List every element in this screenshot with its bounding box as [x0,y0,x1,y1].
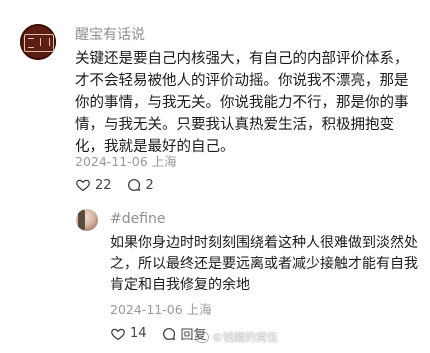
like-count: 22 [95,177,112,193]
comment-location: 上海 [151,154,177,169]
comment-bubble-icon [161,326,177,342]
comment-text: 关键还是要自己内核强大，有自己的内部评价体系，才不会轻易被他人的评价动摇。你说我… [75,51,409,155]
like-button[interactable]: 22 [75,177,112,193]
reply-meta: 2024-11-06 上海 [110,299,212,318]
watermark-text: ©钱醒的窝住 [212,331,278,344]
reply-count-button[interactable]: 2 [126,177,154,193]
reply-location: 上海 [186,302,212,317]
comment-bubble-icon [126,177,142,193]
reply-date: 2024-11-06 [110,302,183,317]
comment-actions: 22 2 [75,177,160,193]
reply-like-count: 14 [130,326,147,341]
comment-meta: 2024-11-06 上海 [75,151,177,170]
heart-icon [75,177,91,193]
weibo-logo-icon [195,331,209,343]
comment-date: 2024-11-06 [75,154,148,169]
reply-username[interactable]: #define [110,211,166,227]
avatar-seal-logo [24,34,54,52]
reply-count: 2 [145,177,154,193]
reply-avatar[interactable] [76,209,98,231]
avatar[interactable] [20,24,56,60]
reply-like-button[interactable]: 14 [110,326,147,342]
reply-text: 如果你身边时时刻刻围绕着这种人很难做到淡然处之，所以最终还是要远离或者减少接触才… [110,235,418,293]
heart-icon [110,326,126,342]
watermark: ©钱醒的窝住 [195,329,278,345]
comment-username[interactable]: 醒宝有话说 [75,24,145,44]
